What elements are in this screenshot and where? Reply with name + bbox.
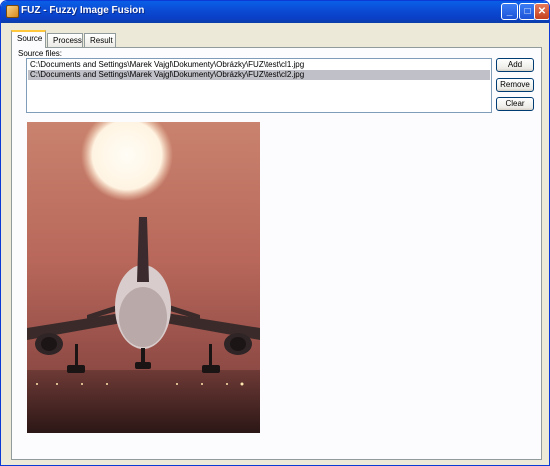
airplane-sunset-image [27, 122, 260, 433]
source-files-label: Source files: [18, 49, 63, 58]
source-file-list[interactable]: C:\Documents and Settings\Marek Vajgl\Do… [26, 58, 492, 113]
add-button[interactable]: Add [496, 58, 534, 72]
tab-result[interactable]: Result [84, 33, 116, 47]
file-list-item[interactable]: C:\Documents and Settings\Marek Vajgl\Do… [28, 60, 490, 70]
client-area: Source Process Result Source files: C:\D… [5, 25, 545, 462]
file-list-item-selected[interactable]: C:\Documents and Settings\Marek Vajgl\Do… [28, 70, 490, 80]
app-window: FUZ - Fuzzy Image Fusion _ □ ✕ Source Pr… [0, 0, 550, 466]
app-icon[interactable] [6, 5, 19, 18]
tab-source[interactable]: Source [11, 30, 46, 48]
image-preview [27, 122, 260, 433]
remove-button[interactable]: Remove [496, 78, 534, 92]
window-title: FUZ - Fuzzy Image Fusion [21, 5, 145, 16]
source-tab-panel: Source files: C:\Documents and Settings\… [11, 47, 542, 460]
title-bar[interactable]: FUZ - Fuzzy Image Fusion _ □ ✕ [1, 1, 549, 23]
close-button[interactable]: ✕ [534, 3, 549, 20]
tab-process[interactable]: Process [47, 33, 83, 47]
clear-button[interactable]: Clear [496, 97, 534, 111]
minimize-button[interactable]: _ [501, 3, 518, 20]
